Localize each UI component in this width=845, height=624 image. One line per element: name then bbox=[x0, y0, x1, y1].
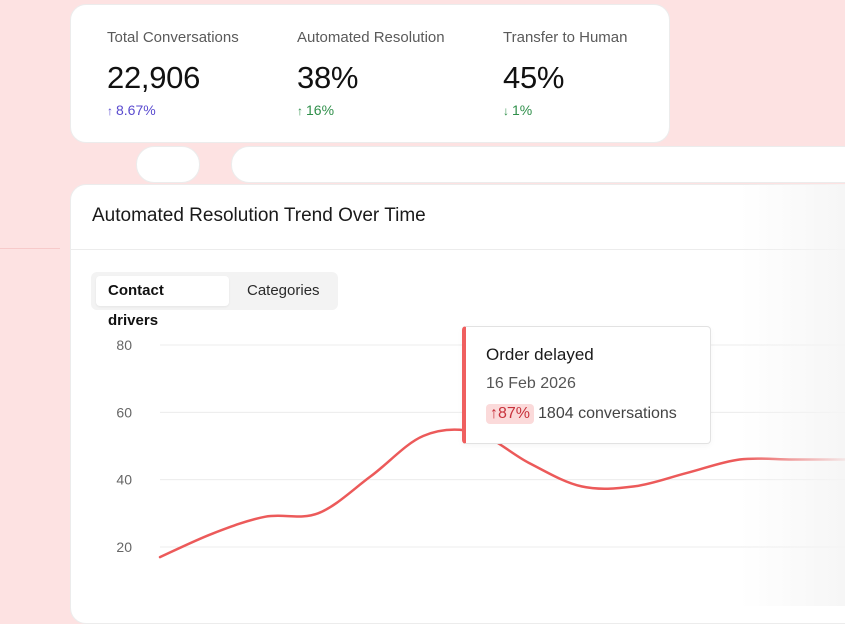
chart-tooltip: Order delayed 16 Feb 2026 ↑87% 1804 conve… bbox=[462, 326, 711, 444]
chart-series bbox=[158, 428, 845, 559]
tooltip-change-badge: ↑87% bbox=[486, 404, 535, 424]
trend-chart: 80 60 40 20 bbox=[116, 337, 845, 559]
y-tick-label: 60 bbox=[116, 404, 132, 420]
y-tick-label: 20 bbox=[116, 539, 132, 555]
tooltip-change-value: 87% bbox=[498, 405, 531, 422]
series-line bbox=[158, 428, 845, 559]
tooltip-date: 16 Feb 2026 bbox=[486, 375, 576, 392]
y-tick-label: 80 bbox=[116, 337, 132, 353]
chart-y-ticks: 80 60 40 20 bbox=[116, 337, 132, 555]
y-tick-label: 40 bbox=[116, 472, 132, 488]
tooltip-detail-row: ↑87% 1804 conversations bbox=[486, 404, 677, 424]
arrow-up-icon: ↑ bbox=[490, 405, 498, 422]
tooltip-detail: 1804 conversations bbox=[538, 405, 677, 422]
tooltip-title: Order delayed bbox=[486, 345, 594, 364]
